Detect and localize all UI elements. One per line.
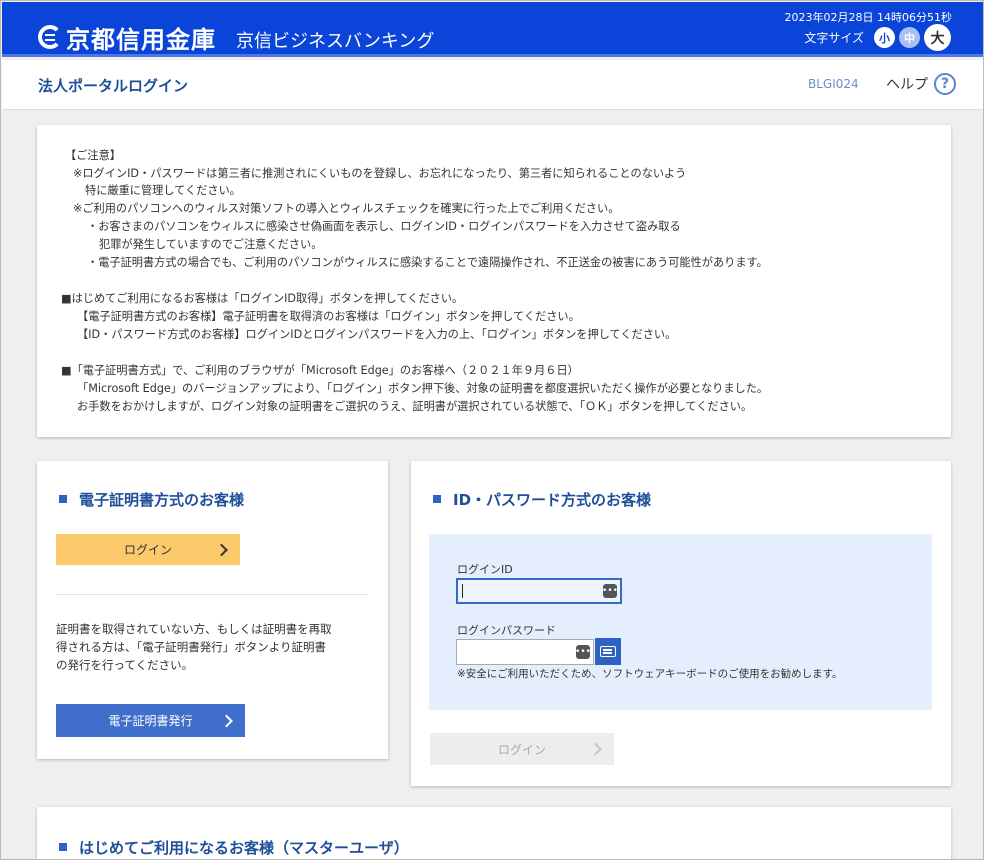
description-line: 証明書を取得されていない方、もしくは証明書を再取 [56,622,332,636]
id-password-login-card: ID・パスワード方式のお客様 ログインID ••• ログインパスワード ••• … [411,461,951,786]
password-input[interactable]: ••• [456,639,594,665]
page-title: 法人ポータルログイン [38,77,189,95]
card-title-text: はじめてご利用になるお客様（マスターユーザ） [79,839,409,857]
header-bar: 京都信用金庫 京信ビジネスバンキング 2023年02月28日 14時06分51秒… [2,2,983,57]
notice-line: 【ご注意】 [65,149,121,162]
brand-subtitle: 京信ビジネスバンキング [236,31,435,52]
card-title: ID・パスワード方式のお客様 [433,489,651,510]
certificate-login-card: 電子証明書方式のお客様 ログイン 証明書を取得されていない方、もしくは証明書を再… [37,461,388,759]
certificate-description: 証明書を取得されていない方、もしくは証明書を再取 得される方は、「電子証明書発行… [56,620,376,674]
notice-line: ・電子証明書方式の場合でも、ご利用のパソコンがウィルスに感染することで遠隔操作さ… [87,256,768,269]
help-label: ヘルプ [886,77,928,93]
page-titlebar: 法人ポータルログイン BLGI024 ヘルプ ? [2,60,983,110]
keyboard-icon [600,646,616,657]
square-bullet-icon [59,494,67,503]
password-manager-icon[interactable]: ••• [602,584,618,598]
login-id-label: ログインID [457,563,513,576]
square-bullet-icon [433,494,441,503]
font-size-small-button[interactable]: 小 [874,27,895,48]
notice-line: 「Microsoft Edge」のバージョンアップにより、「ログイン」ボタン押下… [77,382,769,395]
font-size-label: 文字サイズ [804,31,864,45]
notice-line: ・お客さまのパソコンをウィルスに感染させ偽画面を表示し、ログインID・ログインパ… [87,220,681,233]
font-size-large-button[interactable]: 大 [924,24,951,51]
notice-line: ■はじめてご利用になるお客様は「ログインID取得」ボタンを押してください。 [61,292,464,305]
notice-line: 【電子証明書方式のお客様】電子証明書を取得済のお客様は「ログイン」ボタンを押して… [77,310,580,323]
chevron-right-icon [215,543,228,556]
button-label: 電子証明書発行 [108,714,193,728]
notice-panel: 【ご注意】 ※ログインID・パスワードは第三者に推測されにくいものを登録し、お忘… [37,125,951,437]
software-keyboard-hint: ※安全にご利用いただくため、ソフトウェアキーボードのご使用をお勧めします。 [457,668,843,680]
description-line: 得される方は、「電子証明書発行」ボタンより証明書 [56,640,327,654]
password-manager-icon[interactable]: ••• [575,645,591,659]
notice-line: 【ID・パスワード方式のお客様】ログインIDとログインパスワードを入力の上、「ロ… [77,328,677,341]
button-label: ログイン [123,543,172,557]
help-link[interactable]: ヘルプ ? [886,73,956,95]
description-line: の発行を行ってください。 [56,658,194,672]
credentials-area: ログインID ••• ログインパスワード ••• ※安全にご利用いただくため、ソ… [429,534,932,710]
chevron-right-icon [589,742,602,756]
notice-line: お手数をおかけしますが、ログイン対象の証明書をご選択のうえ、証明書が選択されてい… [77,400,753,413]
id-login-button[interactable]: ログイン [430,733,614,765]
password-label: ログインパスワード [457,624,556,637]
text-caret [462,584,463,598]
issue-certificate-button[interactable]: 電子証明書発行 [56,704,245,737]
screen-id: BLGI024 [808,77,859,91]
software-keyboard-button[interactable] [595,638,621,665]
first-time-user-card: はじめてご利用になるお客様（マスターユーザ） [37,807,951,859]
notice-line: ■「電子証明書方式」で、ご利用のブラウザが「Microsoft Edge」のお客… [61,364,579,377]
login-id-input[interactable]: ••• [456,578,622,604]
chevron-right-icon [220,714,233,727]
current-datetime: 2023年02月28日 14時06分51秒 [784,11,952,24]
card-title: 電子証明書方式のお客様 [59,489,244,510]
kyoto-shinkin-logo-icon [38,25,62,49]
browser-frame: 京都信用金庫 京信ビジネスバンキング 2023年02月28日 14時06分51秒… [0,0,984,860]
notice-line: ※ご利用のパソコンへのウィルス対策ソフトの導入とウィルスチェックを確実に行った上… [73,202,620,215]
button-label: ログイン [497,742,546,757]
square-bullet-icon [59,842,67,851]
certificate-login-button[interactable]: ログイン [56,534,240,565]
brand-name: 京都信用金庫 [66,25,216,54]
notice-line: ※ログインID・パスワードは第三者に推測されにくいものを登録し、お忘れになったり… [73,167,687,180]
card-title-text: 電子証明書方式のお客様 [79,491,245,509]
font-size-medium-button[interactable]: 中 [899,27,920,48]
font-size-switcher: 文字サイズ 小 中 大 [804,24,951,51]
brand: 京都信用金庫 京信ビジネスバンキング [38,22,435,54]
help-icon[interactable]: ? [934,73,956,95]
card-title-text: ID・パスワード方式のお客様 [453,491,652,509]
notice-line: 特に厳重に管理してください。 [85,184,241,197]
divider [56,594,368,595]
card-title: はじめてご利用になるお客様（マスターユーザ） [59,837,409,858]
notice-line: 犯罪が発生していますのでご注意ください。 [99,238,323,251]
